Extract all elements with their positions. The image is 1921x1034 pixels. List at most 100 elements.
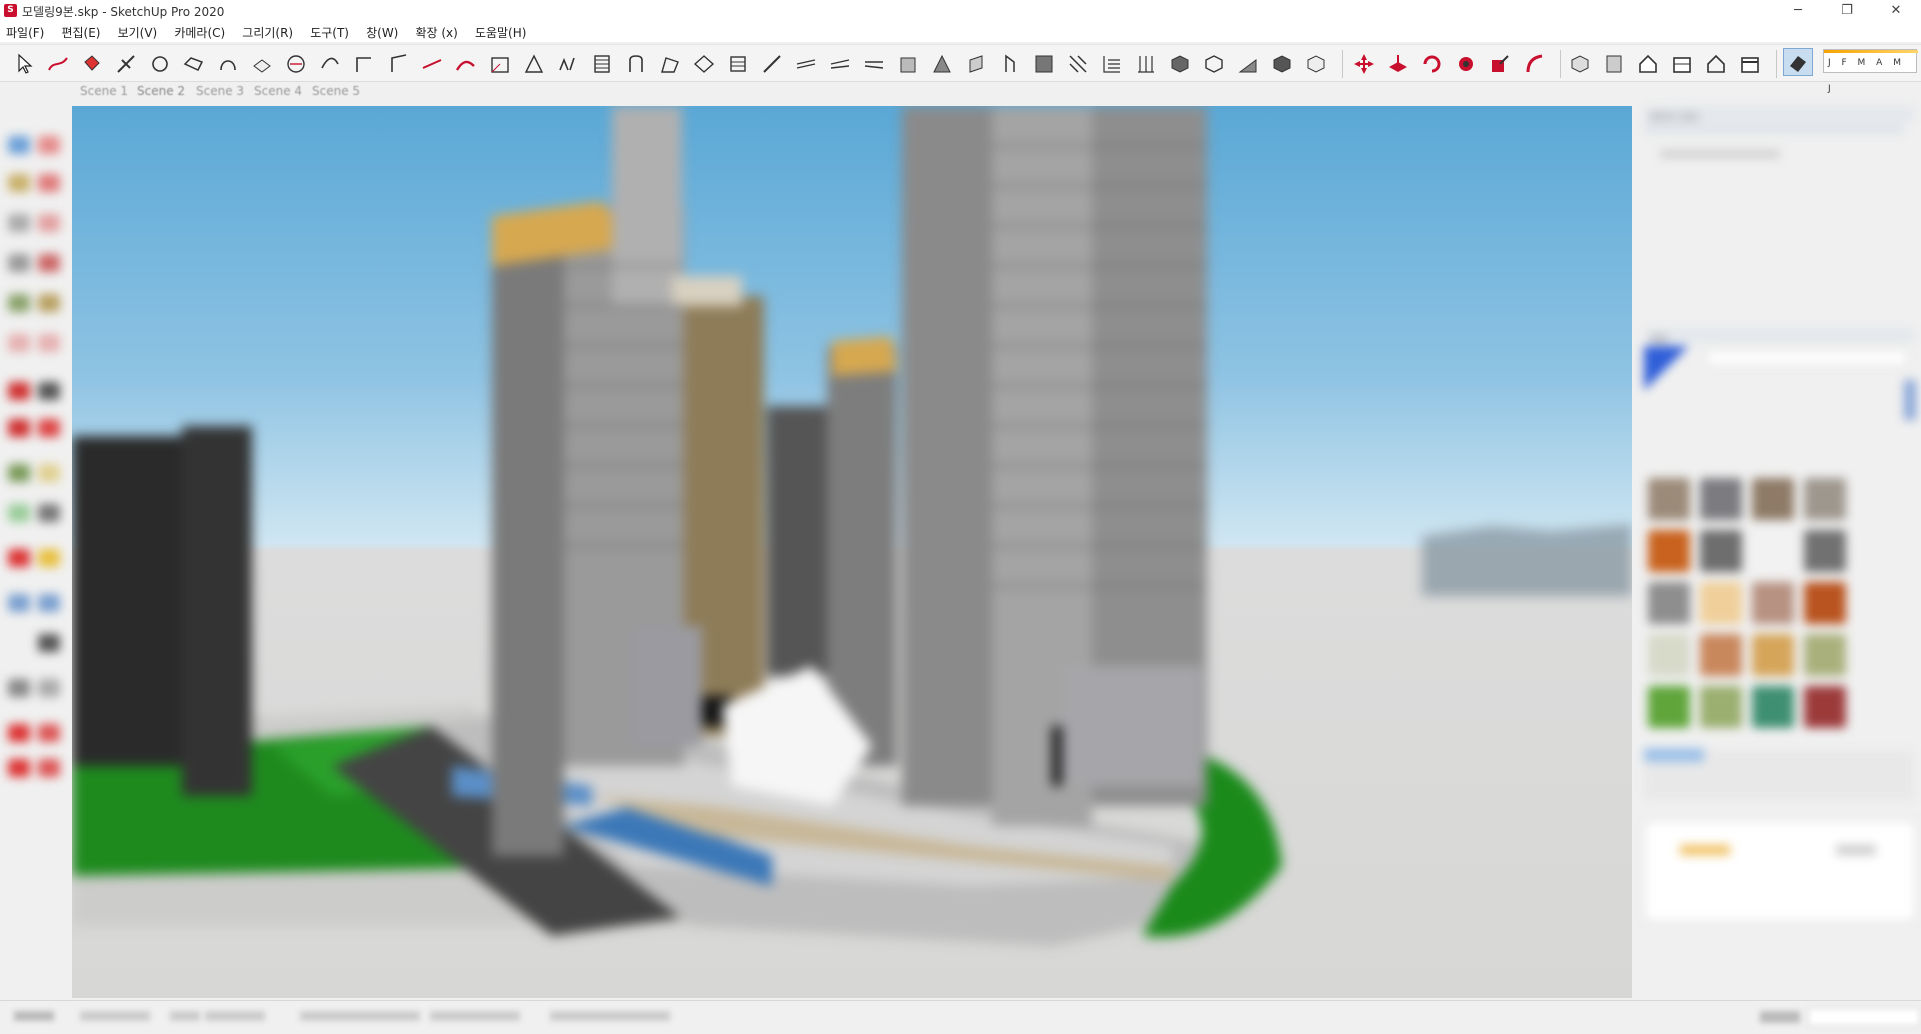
flip-edge-icon[interactable]	[1134, 52, 1158, 76]
scene-tab-4[interactable]: Scene 4	[254, 84, 302, 98]
orbit-icon[interactable]	[8, 594, 30, 612]
close-button[interactable]: ✕	[1873, 0, 1919, 22]
material-swatch[interactable]	[1648, 582, 1690, 624]
drape-icon[interactable]	[1066, 52, 1090, 76]
material-swatch[interactable]	[1804, 634, 1846, 676]
material-swatch[interactable]	[1700, 478, 1742, 520]
tape-icon[interactable]	[8, 464, 30, 482]
move-tool-icon[interactable]	[352, 52, 376, 76]
zoom-window-icon[interactable]	[726, 52, 750, 76]
text-tool-icon[interactable]	[556, 52, 580, 76]
dimension-icon[interactable]	[38, 464, 60, 482]
line-icon[interactable]	[38, 174, 60, 192]
material-swatch[interactable]	[1804, 478, 1846, 520]
3dtext-icon[interactable]	[38, 549, 60, 567]
paint-bucket-icon[interactable]	[80, 52, 104, 76]
rectangle-tool-icon[interactable]	[148, 52, 172, 76]
scene-tab-5[interactable]: Scene 5	[312, 84, 360, 98]
material-swatch[interactable]	[1804, 686, 1846, 728]
rotate-red-icon[interactable]	[1420, 52, 1444, 76]
stamp-icon[interactable]	[1032, 52, 1056, 76]
pan-icon[interactable]	[38, 594, 60, 612]
iso-view-icon[interactable]	[1568, 52, 1592, 76]
pan-icon[interactable]	[658, 52, 682, 76]
push-pull-red-icon[interactable]	[1386, 52, 1410, 76]
dimension-tool-icon[interactable]	[488, 52, 512, 76]
polygon-icon[interactable]	[38, 294, 60, 312]
front-view-icon[interactable]	[1636, 52, 1660, 76]
materials-header[interactable]: 재료	[1644, 328, 1914, 346]
menu-tools[interactable]: 도구(T)	[304, 22, 355, 42]
axes-tool-icon[interactable]	[590, 52, 614, 76]
follow-me-red-icon[interactable]	[1454, 52, 1478, 76]
eraser-icon[interactable]	[38, 136, 60, 154]
zoom-window-icon[interactable]	[8, 679, 30, 697]
orbit-icon[interactable]	[624, 52, 648, 76]
walk-icon[interactable]	[38, 724, 60, 742]
entity-info-header[interactable]: 엔티티 정보	[1644, 106, 1914, 124]
shadow-month-slider[interactable]: J F M A M J	[1823, 49, 1918, 94]
material-swatch[interactable]	[1752, 478, 1794, 520]
menu-edit[interactable]: 편집(E)	[55, 22, 106, 42]
sandbox-from-contours-icon[interactable]	[930, 52, 954, 76]
menu-extensions[interactable]: 확장 (x)	[409, 22, 463, 42]
zoom-extents-icon[interactable]	[38, 679, 60, 697]
offset-tool-icon[interactable]	[318, 52, 342, 76]
material-swatch[interactable]	[1752, 530, 1794, 572]
offset-red-icon[interactable]	[1522, 52, 1546, 76]
material-swatch[interactable]	[1700, 582, 1742, 624]
move-red-icon[interactable]	[1352, 52, 1376, 76]
protractor-icon[interactable]	[8, 504, 30, 522]
select-icon[interactable]	[8, 136, 30, 154]
material-swatch[interactable]	[1752, 686, 1794, 728]
x-ray-icon[interactable]	[1168, 52, 1192, 76]
modeling-viewport[interactable]	[72, 106, 1632, 998]
scene-tab-2[interactable]: Scene 2	[137, 84, 185, 98]
circle-tool-icon[interactable]	[182, 52, 206, 76]
axes-icon[interactable]	[8, 549, 30, 567]
material-swatch[interactable]	[1700, 530, 1742, 572]
arc-tool-icon[interactable]	[216, 52, 240, 76]
minimize-button[interactable]: ─	[1775, 0, 1821, 22]
freehand-icon[interactable]	[38, 214, 60, 232]
material-name-input[interactable]	[1706, 350, 1908, 366]
paint-icon[interactable]	[8, 174, 30, 192]
scene-tab-3[interactable]: Scene 3	[196, 84, 244, 98]
right-view-icon[interactable]	[1670, 52, 1694, 76]
zoom-icon[interactable]	[38, 634, 60, 652]
hidden-line-icon[interactable]	[1270, 52, 1294, 76]
section-icon[interactable]	[8, 724, 30, 742]
left-view-icon[interactable]	[1738, 52, 1762, 76]
scale-red-icon[interactable]	[1488, 52, 1512, 76]
section-plane-icon[interactable]	[794, 52, 818, 76]
pushpull-icon[interactable]	[8, 334, 30, 352]
material-swatch[interactable]	[1648, 686, 1690, 728]
lookaround-icon[interactable]	[8, 759, 30, 777]
zoom-icon[interactable]	[692, 52, 716, 76]
restore-button[interactable]: ❐	[1824, 0, 1870, 22]
material-swatch[interactable]	[1752, 582, 1794, 624]
wireframe-icon[interactable]	[1236, 52, 1260, 76]
walk-icon[interactable]	[828, 52, 852, 76]
back-edges-icon[interactable]	[1202, 52, 1226, 76]
sketchup-app-icon[interactable]: S	[4, 4, 17, 17]
protractor-icon[interactable]	[522, 52, 546, 76]
back-view-icon[interactable]	[1704, 52, 1728, 76]
position-camera-icon[interactable]	[896, 52, 920, 76]
add-detail-icon[interactable]	[1100, 52, 1124, 76]
arc-icon[interactable]	[8, 214, 30, 232]
material-swatch[interactable]	[1804, 530, 1846, 572]
tape-measure-icon[interactable]	[454, 52, 478, 76]
push-pull-icon[interactable]	[250, 52, 274, 76]
smoove-icon[interactable]	[998, 52, 1022, 76]
offset-icon[interactable]	[38, 419, 60, 437]
look-around-icon[interactable]	[862, 52, 886, 76]
select-tool-icon[interactable]	[14, 52, 38, 76]
rotate-icon[interactable]	[38, 382, 60, 400]
material-swatch[interactable]	[1648, 530, 1690, 572]
scene-tab-1[interactable]: Scene 1	[80, 84, 128, 98]
move-icon[interactable]	[8, 382, 30, 400]
rectangle-icon[interactable]	[8, 254, 30, 272]
scale-icon[interactable]	[8, 419, 30, 437]
top-view-icon[interactable]	[1602, 52, 1626, 76]
